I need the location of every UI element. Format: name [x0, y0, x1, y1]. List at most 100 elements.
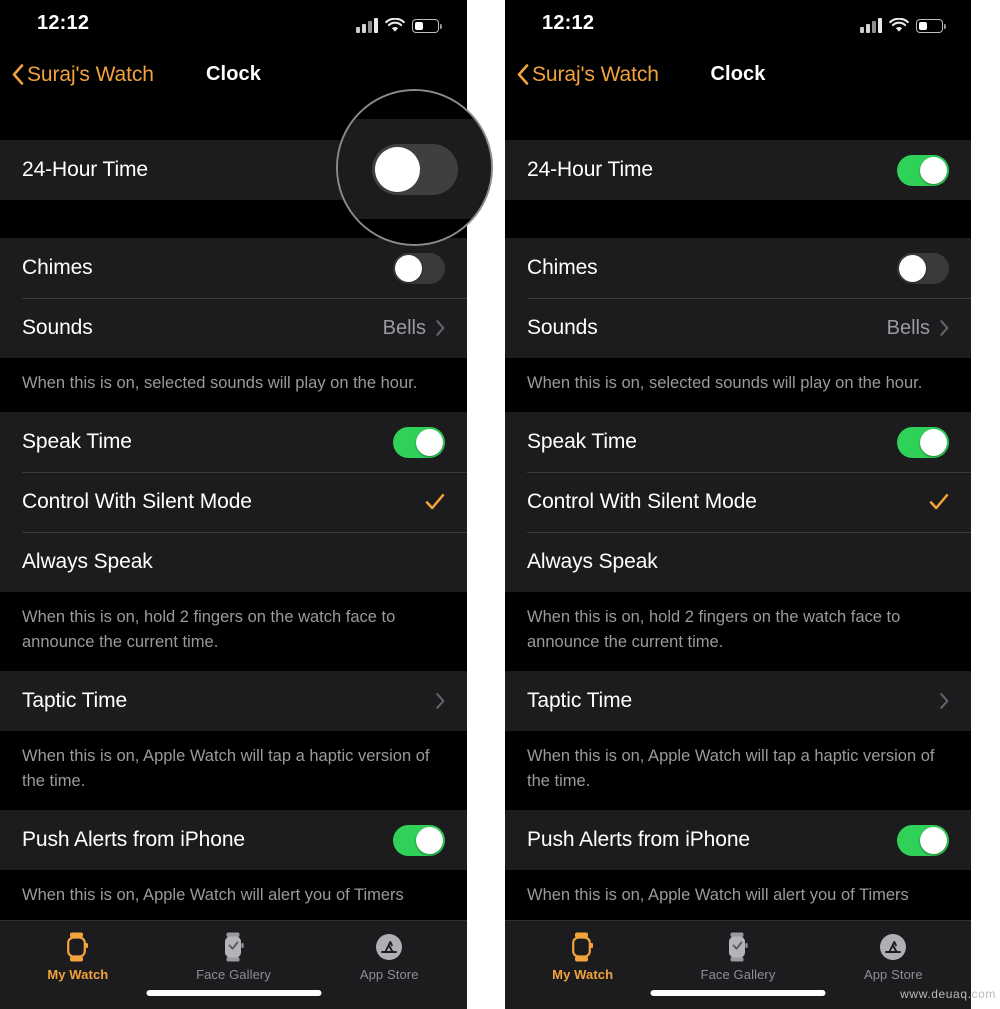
- group-push-alerts: Push Alerts from iPhone: [0, 810, 467, 870]
- apple-watch-icon: [570, 930, 596, 964]
- group-speak-time: Speak Time Control With Silent Mode Alwa…: [0, 412, 467, 592]
- page-title: Clock: [710, 63, 766, 85]
- app-store-icon: [878, 930, 908, 964]
- magnifier-loupe-off: [336, 89, 493, 246]
- group-24hour: 24-Hour Time: [505, 140, 971, 200]
- row-value: Bells: [886, 316, 930, 339]
- status-bar-time: 12:12: [37, 12, 90, 34]
- tab-label: App Store: [359, 967, 419, 982]
- row-always-speak[interactable]: Always Speak: [505, 532, 971, 592]
- row-label: Push Alerts from iPhone: [22, 828, 245, 851]
- wifi-icon: [889, 18, 909, 33]
- screenshot-stage: 12:12 Suraj's Watch Clock 24-Hour Time C…: [0, 0, 1000, 1009]
- footnote-chimes: When this is on, selected sounds will pl…: [0, 358, 467, 412]
- phone-screenshot-left: 12:12 Suraj's Watch Clock 24-Hour Time C…: [0, 0, 493, 1009]
- section-gap: [505, 103, 971, 140]
- group-taptic-time: Taptic Time: [0, 671, 467, 731]
- row-push-alerts[interactable]: Push Alerts from iPhone: [0, 810, 467, 870]
- chevron-right-icon: [940, 320, 949, 336]
- footnote-push-alerts: When this is on, Apple Watch will alert …: [0, 870, 467, 924]
- chevron-right-icon: [436, 693, 445, 709]
- group-chimes: Chimes Sounds Bells: [0, 238, 467, 358]
- row-label: Speak Time: [527, 430, 637, 453]
- row-label: Push Alerts from iPhone: [527, 828, 750, 851]
- row-label: Taptic Time: [22, 689, 128, 712]
- row-speak-time[interactable]: Speak Time: [505, 412, 971, 472]
- row-label: Sounds: [527, 316, 598, 339]
- status-bar-icons: [860, 13, 947, 33]
- apple-watch-icon: [65, 930, 91, 964]
- phone-screen-right: 12:12 Suraj's Watch Clock 24-Hour Time C…: [505, 0, 971, 1009]
- tab-app-store[interactable]: App Store: [311, 921, 467, 1009]
- cellular-signal-icon: [860, 18, 882, 33]
- toggle-push-alerts[interactable]: [393, 824, 445, 856]
- row-taptic-time[interactable]: Taptic Time: [0, 671, 467, 731]
- group-speak-time: Speak Time Control With Silent Mode Alwa…: [505, 412, 971, 592]
- footnote-push-alerts: When this is on, Apple Watch will alert …: [505, 870, 971, 924]
- tab-label: My Watch: [47, 967, 109, 982]
- tab-my-watch[interactable]: My Watch: [0, 921, 156, 1009]
- checkmark-icon: [425, 492, 445, 512]
- toggle-push-alerts[interactable]: [897, 824, 949, 856]
- row-label: Always Speak: [527, 550, 658, 573]
- phone-screenshot-right: 12:12 Suraj's Watch Clock 24-Hour Time C…: [505, 0, 971, 1009]
- navigation-bar: Suraj's Watch Clock: [505, 46, 971, 103]
- tab-label: App Store: [863, 967, 923, 982]
- home-indicator[interactable]: [146, 990, 321, 996]
- footnote-speak-time: When this is on, hold 2 fingers on the w…: [505, 592, 971, 671]
- battery-icon: [412, 19, 443, 33]
- settings-list[interactable]: 24-Hour Time Chimes Sounds Bells When th…: [505, 103, 971, 1009]
- status-bar: 12:12: [505, 0, 971, 46]
- row-label: Sounds: [22, 316, 93, 339]
- status-bar: 12:12: [0, 0, 467, 46]
- footnote-chimes: When this is on, selected sounds will pl…: [505, 358, 971, 412]
- toggle-chimes[interactable]: [897, 252, 949, 284]
- checkmark-icon: [929, 492, 949, 512]
- row-label: Chimes: [527, 256, 598, 279]
- row-sounds[interactable]: Sounds Bells: [0, 298, 467, 358]
- row-always-speak[interactable]: Always Speak: [0, 532, 467, 592]
- row-taptic-time[interactable]: Taptic Time: [505, 671, 971, 731]
- tab-bar: My Watch Face Gallery App Store: [0, 920, 467, 1009]
- row-label: Control With Silent Mode: [527, 490, 757, 513]
- row-speak-time[interactable]: Speak Time: [0, 412, 467, 472]
- home-indicator[interactable]: [650, 990, 826, 996]
- toggle-chimes[interactable]: [393, 252, 445, 284]
- toggle-speak-time[interactable]: [897, 426, 949, 458]
- row-value: Bells: [382, 316, 426, 339]
- row-control-with-silent-mode[interactable]: Control With Silent Mode: [505, 472, 971, 532]
- watch-face-icon: [221, 930, 247, 964]
- row-control-with-silent-mode[interactable]: Control With Silent Mode: [0, 472, 467, 532]
- cellular-signal-icon: [356, 18, 378, 33]
- row-chimes[interactable]: Chimes: [505, 238, 971, 298]
- wifi-icon: [385, 18, 405, 33]
- tab-label: My Watch: [552, 967, 614, 982]
- section-gap: [505, 200, 971, 238]
- toggle-24-hour-time-magnified[interactable]: [372, 144, 458, 195]
- status-bar-time: 12:12: [542, 12, 595, 34]
- row-sounds[interactable]: Sounds Bells: [505, 298, 971, 358]
- chevron-right-icon: [436, 320, 445, 336]
- footnote-taptic-time: When this is on, Apple Watch will tap a …: [505, 731, 971, 810]
- tab-label: Face Gallery: [196, 967, 271, 982]
- status-bar-icons: [356, 13, 443, 33]
- chevron-right-icon: [940, 693, 949, 709]
- battery-icon: [916, 19, 947, 33]
- watch-face-icon: [725, 930, 751, 964]
- row-label: Speak Time: [22, 430, 132, 453]
- watermark: www.deuaq.com: [900, 987, 996, 1001]
- row-chimes[interactable]: Chimes: [0, 238, 467, 298]
- row-label: Chimes: [22, 256, 93, 279]
- group-taptic-time: Taptic Time: [505, 671, 971, 731]
- row-push-alerts[interactable]: Push Alerts from iPhone: [505, 810, 971, 870]
- tab-label: Face Gallery: [700, 967, 776, 982]
- row-24-hour-time[interactable]: 24-Hour Time: [505, 140, 971, 200]
- tab-my-watch[interactable]: My Watch: [505, 921, 660, 1009]
- row-label: Always Speak: [22, 550, 153, 573]
- row-label: Control With Silent Mode: [22, 490, 252, 513]
- row-label: 24-Hour Time: [527, 158, 654, 181]
- footnote-taptic-time: When this is on, Apple Watch will tap a …: [0, 731, 467, 810]
- toggle-24-hour-time[interactable]: [897, 154, 949, 186]
- group-chimes: Chimes Sounds Bells: [505, 238, 971, 358]
- toggle-speak-time[interactable]: [393, 426, 445, 458]
